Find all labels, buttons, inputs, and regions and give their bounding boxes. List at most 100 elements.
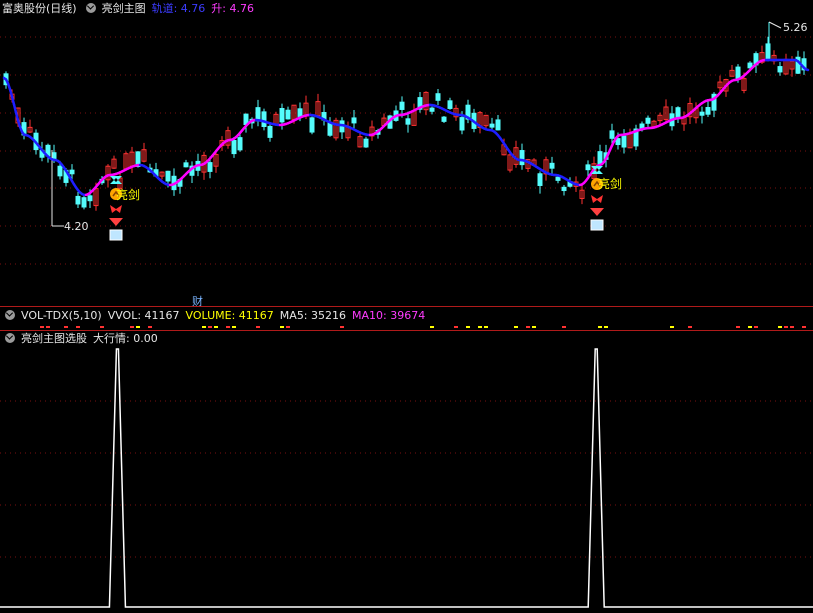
candle-down [435, 93, 441, 101]
volume-bar [478, 326, 482, 328]
candle-down [561, 186, 567, 192]
candle-down [555, 176, 561, 181]
candle-down [309, 117, 315, 133]
candle-down [267, 125, 273, 138]
vvol-value: VVOL: 41167 [107, 309, 180, 322]
volume-bar [76, 326, 80, 328]
candle-down [261, 111, 267, 127]
candle-down [429, 107, 435, 112]
house-icon [590, 219, 604, 231]
candle-down [87, 195, 93, 202]
volume-bar [604, 326, 608, 328]
volume-header: VOL-TDX(5,10) VVOL: 41167 VOLUME: 41167 MA5… [2, 308, 431, 324]
candle-down [549, 162, 555, 169]
high-price-label: 5.26 [783, 21, 808, 34]
candle-down [183, 162, 189, 168]
volume-bar [130, 326, 134, 328]
volume-bar [430, 326, 434, 328]
volume-bar [484, 326, 488, 328]
candle-down [765, 43, 771, 62]
candle-down [705, 107, 711, 115]
candle-down [399, 101, 405, 110]
volume-bar [784, 326, 788, 328]
bow-icon [591, 195, 603, 203]
volume-bar [598, 326, 602, 328]
candle-down [207, 162, 213, 172]
candle-down [69, 169, 75, 175]
volume-bar [466, 326, 470, 328]
volume-bar [526, 326, 530, 328]
candle-down [279, 108, 285, 123]
candle-down [447, 100, 453, 109]
volume-bar [40, 326, 44, 328]
volume-menu-icon[interactable] [5, 310, 15, 320]
candle-down [777, 66, 783, 73]
signal-label-2: 亮剑 [598, 177, 623, 191]
candle-down [363, 138, 369, 148]
trend-segment [12, 103, 18, 114]
volume-bar [340, 326, 344, 328]
vol-indicator-name[interactable]: VOL-TDX(5,10) [21, 309, 102, 322]
volume-bar [208, 326, 212, 328]
volume-bar [232, 326, 236, 328]
volume-bar [736, 326, 740, 328]
signal-line [0, 348, 813, 608]
candle-down [519, 150, 525, 166]
volume-bar [286, 326, 290, 328]
low-price-label: 4.20 [64, 220, 89, 233]
volume-bar [256, 326, 260, 328]
ma5-value: MA5: 35216 [279, 309, 347, 322]
candle-down [489, 123, 495, 128]
high-pointer [768, 21, 782, 29]
candle-down [459, 117, 465, 131]
candle-down [645, 117, 651, 124]
candle-down [351, 117, 357, 124]
volume-bar [670, 326, 674, 328]
volume-value: VOLUME: 41167 [185, 309, 274, 322]
house-icon [109, 229, 123, 241]
candlestick-chart[interactable] [0, 0, 813, 306]
candle-down [537, 173, 543, 186]
volume-bar [202, 326, 206, 328]
separator-main-vol [0, 306, 813, 307]
candle-down [609, 130, 615, 139]
volume-bar [100, 326, 104, 328]
trend-segment [804, 68, 810, 72]
volume-bar [454, 326, 458, 328]
signal-chart[interactable] [0, 337, 813, 613]
candle-down [237, 137, 243, 151]
bow-icon [110, 205, 122, 213]
volume-bar [514, 326, 518, 328]
volume-bar [532, 326, 536, 328]
candle-down [285, 109, 291, 120]
candle-down [57, 165, 63, 177]
volume-bar [562, 326, 566, 328]
volume-bar [802, 326, 806, 328]
candle-down [585, 164, 591, 171]
volume-bar [226, 326, 230, 328]
candle-down [441, 116, 447, 122]
candle-down [75, 195, 81, 205]
volume-bar [148, 326, 152, 328]
candle-down [495, 119, 501, 131]
volume-bar [46, 326, 50, 328]
signal-label-1: 亮剑 [116, 188, 141, 202]
volume-bar [778, 326, 782, 328]
volume-bar [688, 326, 692, 328]
candle-down [165, 170, 171, 182]
candle-down [675, 107, 681, 118]
volume-bar [136, 326, 140, 328]
candle-down [621, 135, 627, 148]
candle-down [81, 197, 87, 208]
candle-down [699, 111, 705, 116]
volume-bar [280, 326, 284, 328]
ma10-value: MA10: 39674 [352, 309, 426, 322]
diamond-icon [109, 218, 123, 226]
diamond-icon [590, 208, 604, 216]
volume-bar [790, 326, 794, 328]
volume-bar [214, 326, 218, 328]
volume-bar [64, 326, 68, 328]
candle-down [405, 118, 411, 125]
candle-down [231, 139, 237, 155]
volume-bar [754, 326, 758, 328]
